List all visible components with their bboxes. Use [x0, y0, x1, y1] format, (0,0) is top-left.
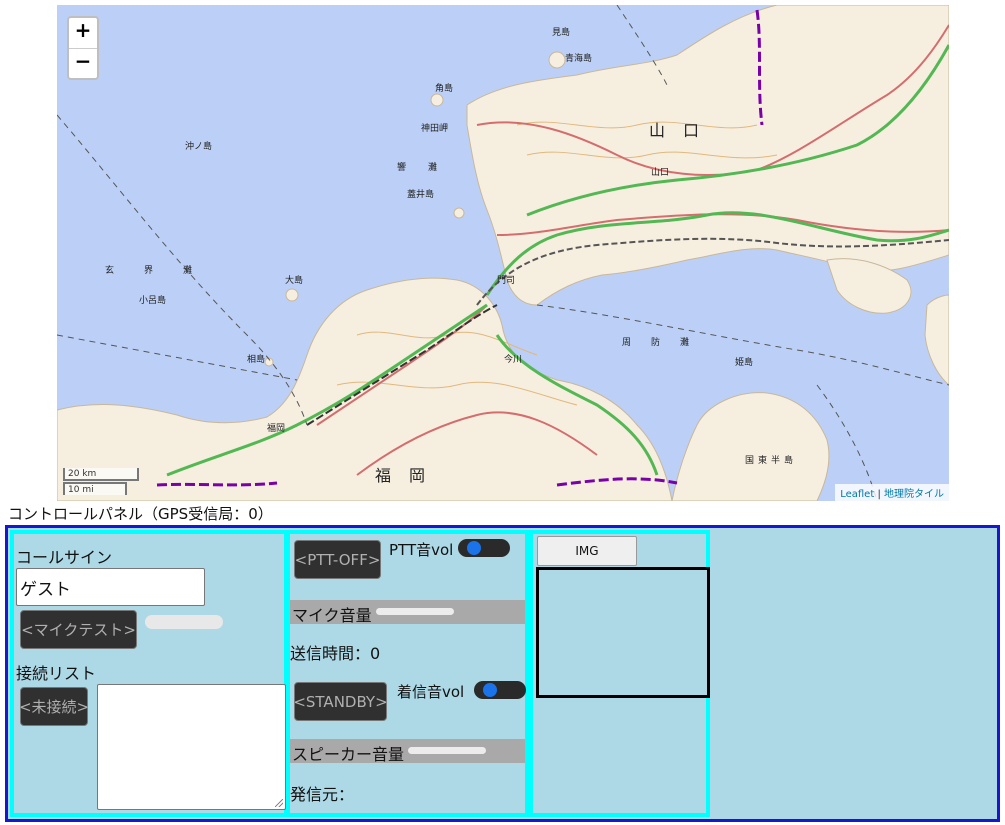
img-button[interactable]: IMG	[537, 536, 637, 566]
mic-volume-label: マイク音量	[292, 606, 372, 625]
caller-label: 発信元：	[290, 785, 355, 804]
map-label-okinoshima: 沖ノ島	[185, 142, 213, 152]
ring-vol-knob[interactable]	[483, 683, 497, 697]
mic-volume-slider[interactable]	[376, 608, 454, 615]
map-label-tsunoshima: 角島	[435, 84, 454, 94]
map-label-yamaguchi-city: 山口	[651, 168, 670, 178]
image-preview	[536, 567, 710, 698]
map-label-yamaguchi: 山口	[649, 121, 718, 140]
panel-column-image: IMG	[529, 530, 710, 817]
map-label-aijima: 相島	[247, 355, 266, 365]
resize-grip-icon[interactable]	[275, 799, 283, 807]
map-label-fukuoka: 福岡	[375, 466, 444, 485]
map-view[interactable]: 山口 福岡 玄界灘 響灘 周防灘 沖ノ島 大島 相島 小呂島 角島 神田岬 蓋井…	[57, 5, 949, 501]
speaker-volume-label: スピーカー音量	[292, 745, 405, 764]
map-label-genkainada: 玄界灘	[105, 266, 223, 276]
panel-column-callsign: コールサイン ゲスト <マイクテスト> 接続リスト <未接続>	[10, 530, 288, 817]
ptt-button[interactable]: <PTT-OFF>	[294, 540, 381, 579]
scale-km: 20 km	[63, 468, 139, 481]
mic-volume-bar: マイク音量	[290, 600, 525, 625]
ptt-vol-toggle[interactable]	[458, 539, 510, 557]
standby-button[interactable]: <STANDBY>	[293, 682, 388, 721]
map-label-himeshima: 姫島	[735, 358, 754, 368]
connection-list-textarea[interactable]	[97, 684, 286, 810]
map-label-fukuoka-city: 福岡	[267, 424, 286, 434]
zoom-control: + −	[67, 16, 99, 80]
attribution-separator: |	[874, 489, 884, 500]
mic-test-button[interactable]: <マイクテスト>	[20, 610, 137, 649]
zoom-in-button[interactable]: +	[69, 18, 97, 48]
map-label-suonada: 周防灘	[622, 338, 710, 348]
control-panel: コールサイン ゲスト <マイクテスト> 接続リスト <未接続> <PTT-OFF…	[5, 525, 1000, 822]
map-label-kojima: 小呂島	[139, 296, 167, 306]
map-label-kunisaki: 国東半島	[745, 456, 798, 466]
map-tiles	[57, 5, 949, 501]
gsi-tile-link[interactable]: 地理院タイル	[884, 489, 944, 500]
ptt-vol-label: PTT音vol	[389, 541, 454, 559]
zoom-out-button[interactable]: −	[69, 48, 97, 78]
leaflet-link[interactable]: Leaflet	[840, 489, 874, 500]
map-label-hibikinada: 響灘	[397, 163, 460, 173]
land-far-east	[924, 294, 949, 386]
map-label-awashima: 青海島	[565, 54, 593, 64]
map-label-mishima: 見島	[552, 28, 571, 38]
map-scale: 20 km 10 mi	[63, 468, 139, 495]
unconnected-button[interactable]: <未接続>	[19, 687, 89, 726]
speaker-volume-slider[interactable]	[408, 747, 486, 754]
callsign-input[interactable]: ゲスト	[16, 568, 205, 606]
map-label-kanmon: 門司	[497, 276, 516, 286]
speaker-volume-bar: スピーカー音量	[290, 739, 525, 764]
ring-vol-label: 着信音vol	[397, 683, 465, 701]
land-kunisaki	[671, 392, 830, 501]
map-label-imagawa: 今川	[504, 355, 523, 365]
map-label-futaoijima: 蓋井島	[407, 190, 435, 200]
map-label-kandamisaki: 神田岬	[421, 124, 449, 134]
connection-list-label: 接続リスト	[16, 664, 97, 683]
panel-column-audio: <PTT-OFF> PTT音vol マイク音量 送信時間：0 <STANDBY>…	[286, 530, 529, 817]
scale-mi: 10 mi	[63, 482, 127, 495]
map-attribution: Leaflet | 地理院タイル	[835, 484, 949, 501]
mic-test-meter	[145, 615, 223, 629]
send-time-label: 送信時間：0	[290, 644, 381, 663]
map-label-oshima: 大島	[285, 276, 304, 286]
callsign-label: コールサイン	[16, 548, 113, 567]
ptt-vol-knob[interactable]	[467, 541, 481, 555]
panel-title: コントロールパネル（GPS受信局：0）	[8, 505, 273, 523]
ring-vol-toggle[interactable]	[474, 681, 526, 699]
